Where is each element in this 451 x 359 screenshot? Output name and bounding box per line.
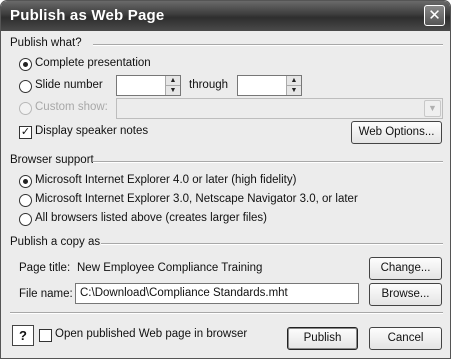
publish-what-heading: Publish what? bbox=[10, 37, 82, 49]
web-options-button[interactable]: Web Options... bbox=[351, 121, 442, 144]
browser-option-all-label[interactable]: All browsers listed above (creates large… bbox=[35, 212, 267, 224]
open-in-browser-checkbox[interactable] bbox=[39, 329, 52, 342]
custom-show-dropdown: ▼ bbox=[116, 98, 443, 119]
browser-option-ie4-label[interactable]: Microsoft Internet Explorer 4.0 or later… bbox=[35, 174, 296, 186]
radio-selected-dot bbox=[23, 62, 28, 67]
slide-to-spinner[interactable]: ▲ ▼ bbox=[237, 75, 302, 96]
slide-number-label[interactable]: Slide number bbox=[35, 79, 103, 91]
through-label: through bbox=[189, 79, 229, 91]
browser-option-ie3-radio[interactable] bbox=[19, 194, 32, 207]
publish-button[interactable]: Publish bbox=[287, 327, 358, 350]
window-title: Publish as Web Page bbox=[10, 7, 165, 24]
cancel-button[interactable]: Cancel bbox=[369, 327, 442, 350]
browser-option-ie4-radio[interactable] bbox=[19, 175, 32, 188]
browser-option-ie3-label[interactable]: Microsoft Internet Explorer 3.0, Netscap… bbox=[35, 193, 358, 205]
spin-up-icon[interactable]: ▲ bbox=[287, 76, 301, 85]
open-in-browser-label[interactable]: Open published Web page in browser bbox=[55, 328, 247, 340]
footer-divider bbox=[10, 312, 443, 314]
close-button[interactable]: ✕ bbox=[424, 5, 445, 26]
page-title-label: Page title: bbox=[19, 262, 71, 274]
browse-button[interactable]: Browse... bbox=[369, 283, 442, 306]
spin-down-icon[interactable]: ▼ bbox=[287, 85, 301, 94]
file-name-input[interactable]: C:\Download\Compliance Standards.mht bbox=[75, 283, 359, 304]
publish-copy-heading: Publish a copy as bbox=[10, 236, 101, 248]
publish-as-web-page-dialog: Publish as Web Page ✕ Publish what? Comp… bbox=[0, 0, 451, 359]
browser-option-all-radio[interactable] bbox=[19, 213, 32, 226]
close-icon: ✕ bbox=[428, 7, 441, 24]
change-title-button[interactable]: Change... bbox=[369, 257, 442, 280]
display-speaker-notes-label[interactable]: Display speaker notes bbox=[35, 125, 148, 137]
browser-support-heading: Browser support bbox=[10, 154, 94, 166]
slide-to-spinner-arrows[interactable]: ▲ ▼ bbox=[286, 76, 301, 95]
browser-support-divider bbox=[93, 161, 443, 163]
display-speaker-notes-checkbox[interactable]: ✓ bbox=[19, 126, 32, 139]
slide-from-spinner[interactable]: ▲ ▼ bbox=[116, 75, 181, 96]
spin-down-icon[interactable]: ▼ bbox=[166, 85, 180, 94]
spin-up-icon[interactable]: ▲ bbox=[166, 76, 180, 85]
file-name-label: File name: bbox=[19, 288, 73, 300]
publish-copy-divider bbox=[101, 243, 443, 245]
slide-number-radio[interactable] bbox=[19, 80, 32, 93]
custom-show-label: Custom show: bbox=[35, 101, 108, 113]
complete-presentation-radio[interactable] bbox=[19, 58, 32, 71]
custom-show-radio bbox=[19, 102, 32, 115]
publish-what-divider bbox=[93, 44, 443, 46]
help-icon[interactable]: ? bbox=[12, 325, 34, 346]
title-bar: Publish as Web Page ✕ bbox=[1, 1, 450, 31]
chevron-down-icon: ▼ bbox=[424, 100, 441, 117]
slide-from-spinner-arrows[interactable]: ▲ ▼ bbox=[165, 76, 180, 95]
page-title-value: New Employee Compliance Training bbox=[77, 262, 263, 274]
radio-selected-dot bbox=[23, 179, 28, 184]
complete-presentation-label[interactable]: Complete presentation bbox=[35, 57, 151, 69]
